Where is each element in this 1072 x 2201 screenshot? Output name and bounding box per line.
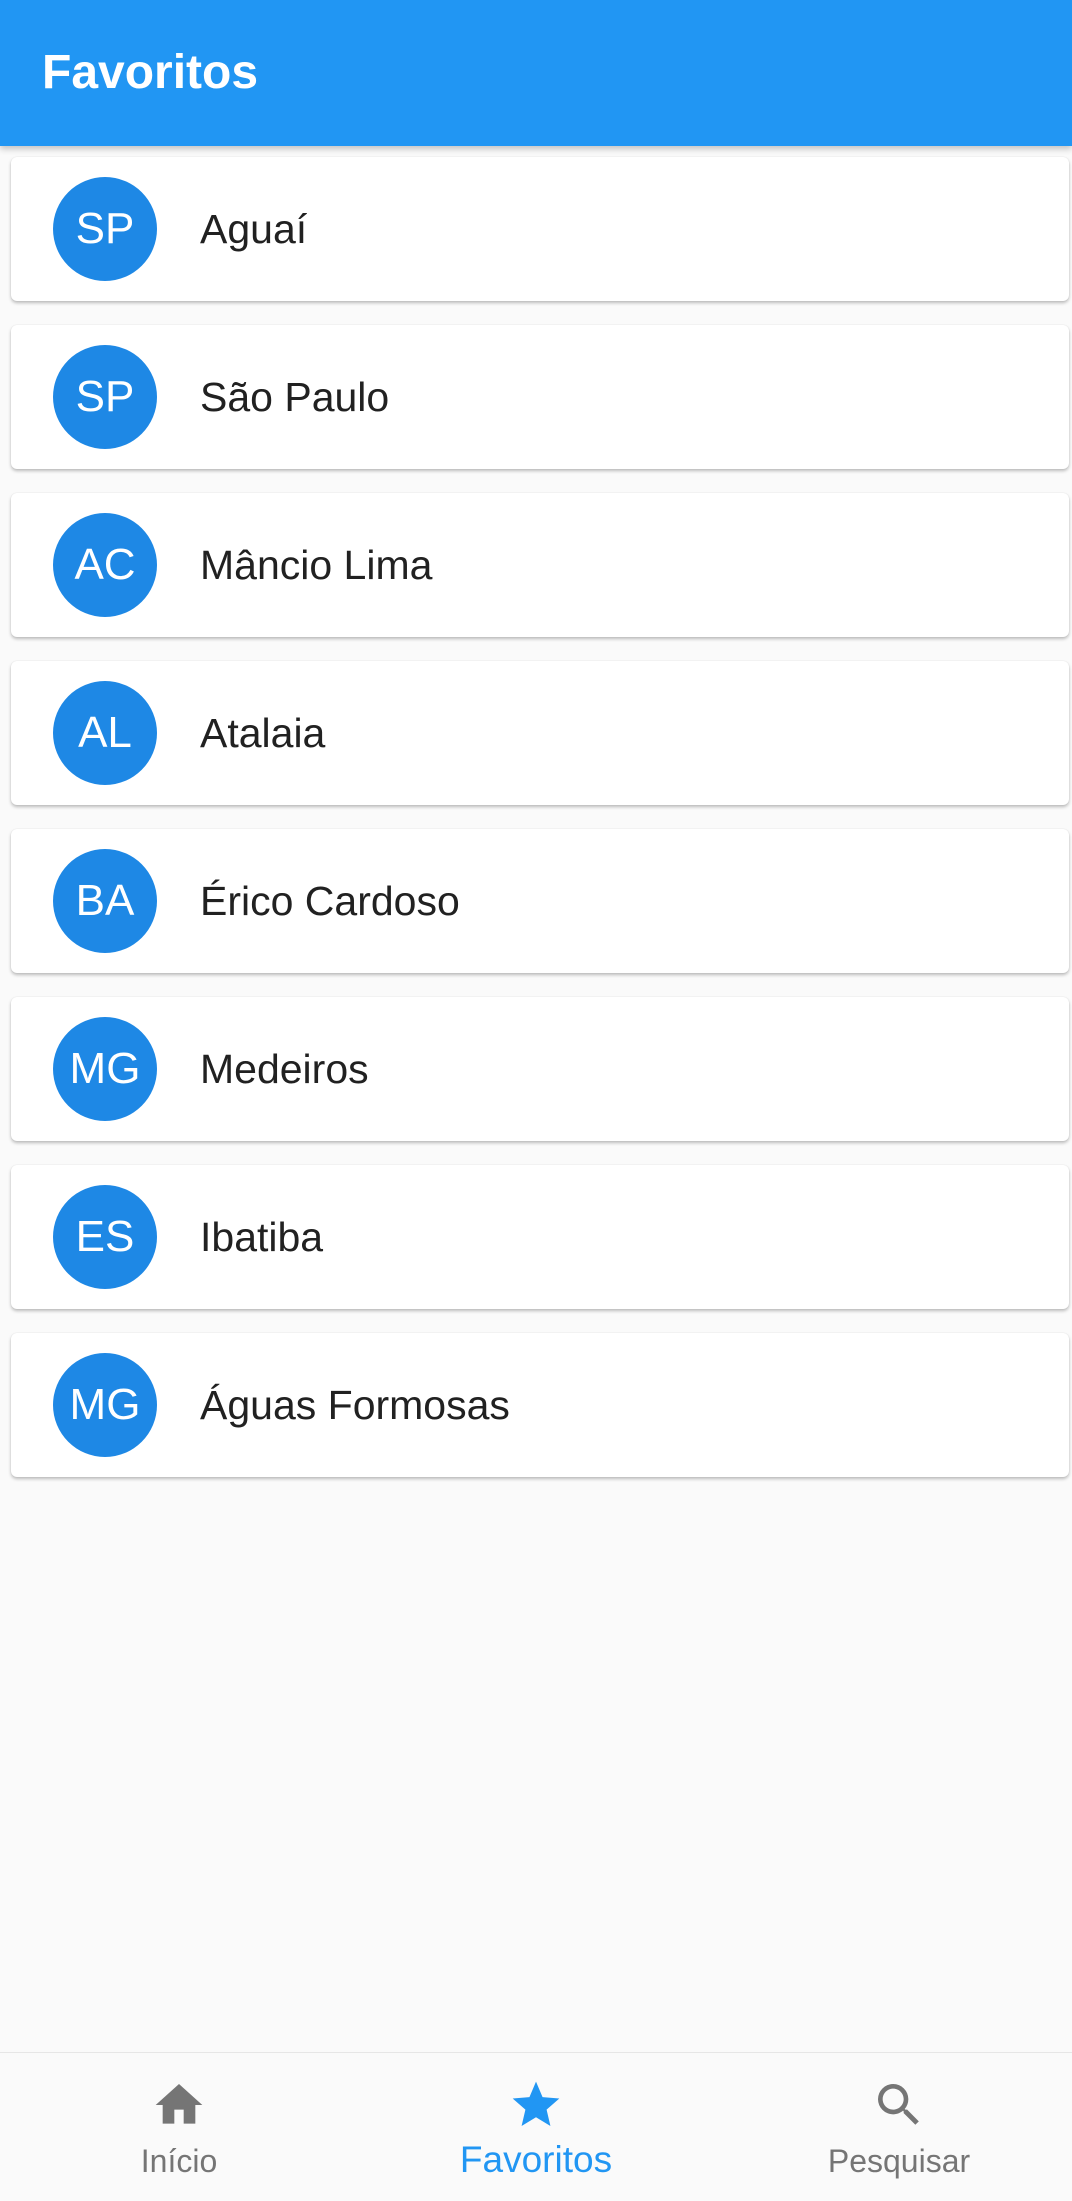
favorite-item[interactable]: MG Medeiros [11, 997, 1069, 1141]
city-name: Medeiros [200, 1046, 369, 1092]
state-avatar: ES [53, 1185, 157, 1289]
page-title: Favoritos [42, 46, 259, 99]
state-avatar: MG [53, 1353, 157, 1457]
state-avatar: BA [53, 849, 157, 953]
state-avatar: AC [53, 513, 157, 617]
favorite-item[interactable]: AC Mâncio Lima [11, 493, 1069, 637]
state-avatar: MG [53, 1017, 157, 1121]
city-name: São Paulo [200, 374, 390, 420]
favorite-item[interactable]: MG Águas Formosas [11, 1333, 1069, 1477]
city-name: Mâncio Lima [200, 542, 433, 588]
home-icon [155, 2084, 203, 2124]
state-avatar: SP [53, 177, 157, 281]
favorite-item[interactable]: BA Érico Cardoso [11, 829, 1069, 973]
favorite-item[interactable]: SP Aguaí [11, 157, 1069, 301]
city-name: Aguaí [200, 206, 308, 252]
state-avatar: AL [53, 681, 157, 785]
favorite-item[interactable]: AL Atalaia [11, 661, 1069, 805]
nav-label: Favoritos [459, 2139, 613, 2180]
nav-item-favoritos[interactable]: Favoritos [357, 2053, 715, 2201]
favorite-item[interactable]: ES Ibatiba [11, 1165, 1069, 1309]
city-name: Águas Formosas [200, 1382, 510, 1428]
bottom-navigation: Início Favoritos Pesquisar [0, 2052, 1072, 2201]
favorite-item[interactable]: SP São Paulo [11, 325, 1069, 469]
nav-item-inicio[interactable]: Início [0, 2053, 358, 2201]
nav-label: Início [140, 2143, 218, 2179]
app-bar: Favoritos [0, 0, 1072, 146]
city-name: Érico Cardoso [200, 878, 460, 924]
city-name: Atalaia [200, 710, 326, 756]
city-name: Ibatiba [200, 1214, 324, 1260]
nav-item-pesquisar[interactable]: Pesquisar [720, 2053, 1072, 2201]
nav-label: Pesquisar [827, 2143, 971, 2179]
star-icon [512, 2081, 560, 2126]
search-icon [878, 2084, 919, 2125]
state-avatar: SP [53, 345, 157, 449]
